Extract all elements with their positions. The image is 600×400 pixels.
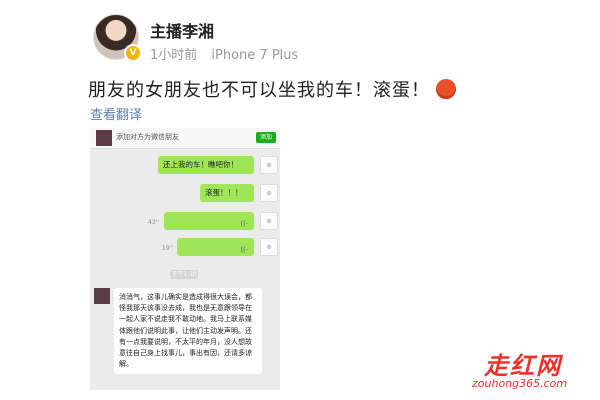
voice-wave-icon: ((· xyxy=(240,246,248,254)
post-device: iPhone 7 Plus xyxy=(211,48,299,63)
watermark: 走红网 zouhong365.com xyxy=(472,346,592,396)
message-bubble: 滚蛋！！！ xyxy=(200,184,254,202)
chat-timestamp: 下午1:10 xyxy=(170,270,198,279)
post-time: 1小时前 xyxy=(150,48,198,63)
voice-duration: 43'' xyxy=(148,219,159,226)
voice-duration: 19'' xyxy=(162,245,173,252)
voice-message-bubble: ((· xyxy=(164,212,254,230)
message-bubble: 还上我的车！瞧吧你！ xyxy=(158,156,254,174)
username[interactable]: 主播李湘 xyxy=(150,18,214,42)
watermark-logo: 走红网 xyxy=(484,351,562,380)
contact-avatar xyxy=(96,130,112,146)
my-avatar xyxy=(260,212,278,230)
post-text-content: 朋友的女朋友也不可以坐我的车！滚蛋！ xyxy=(88,80,430,101)
chat-screenshot[interactable]: 添加对方为微信朋友 添加 还上我的车！瞧吧你！ 滚蛋！！！ 43'' ((· 1… xyxy=(90,128,280,390)
add-friend-button: 添加 xyxy=(256,132,276,143)
angry-face-icon xyxy=(436,79,456,99)
my-avatar xyxy=(260,238,278,256)
verified-badge-icon: V xyxy=(124,44,142,62)
add-friend-notice: 添加对方为微信朋友 xyxy=(116,133,179,141)
contact-avatar xyxy=(94,288,110,304)
translate-link[interactable]: 查看翻译 xyxy=(90,104,142,123)
voice-wave-icon: ((· xyxy=(240,220,248,228)
watermark-site: zouhong365.com xyxy=(472,377,568,390)
reply-message: 消消气，这事儿确实是造成得很大误会，都怪我那天该事没去成，我也是无意跟领导在一起… xyxy=(114,288,262,375)
post-text: 朋友的女朋友也不可以坐我的车！滚蛋！ xyxy=(88,76,456,102)
voice-message-bubble: ((· xyxy=(177,238,254,256)
chat-notice-bar: 添加对方为微信朋友 添加 xyxy=(90,128,280,149)
my-avatar xyxy=(260,184,278,202)
message-text: 滚蛋！！！ xyxy=(205,188,243,197)
message-text: 还上我的车！瞧吧你！ xyxy=(163,160,238,169)
my-avatar xyxy=(260,156,278,174)
post-meta: 1小时前 iPhone 7 Plus xyxy=(150,44,308,63)
